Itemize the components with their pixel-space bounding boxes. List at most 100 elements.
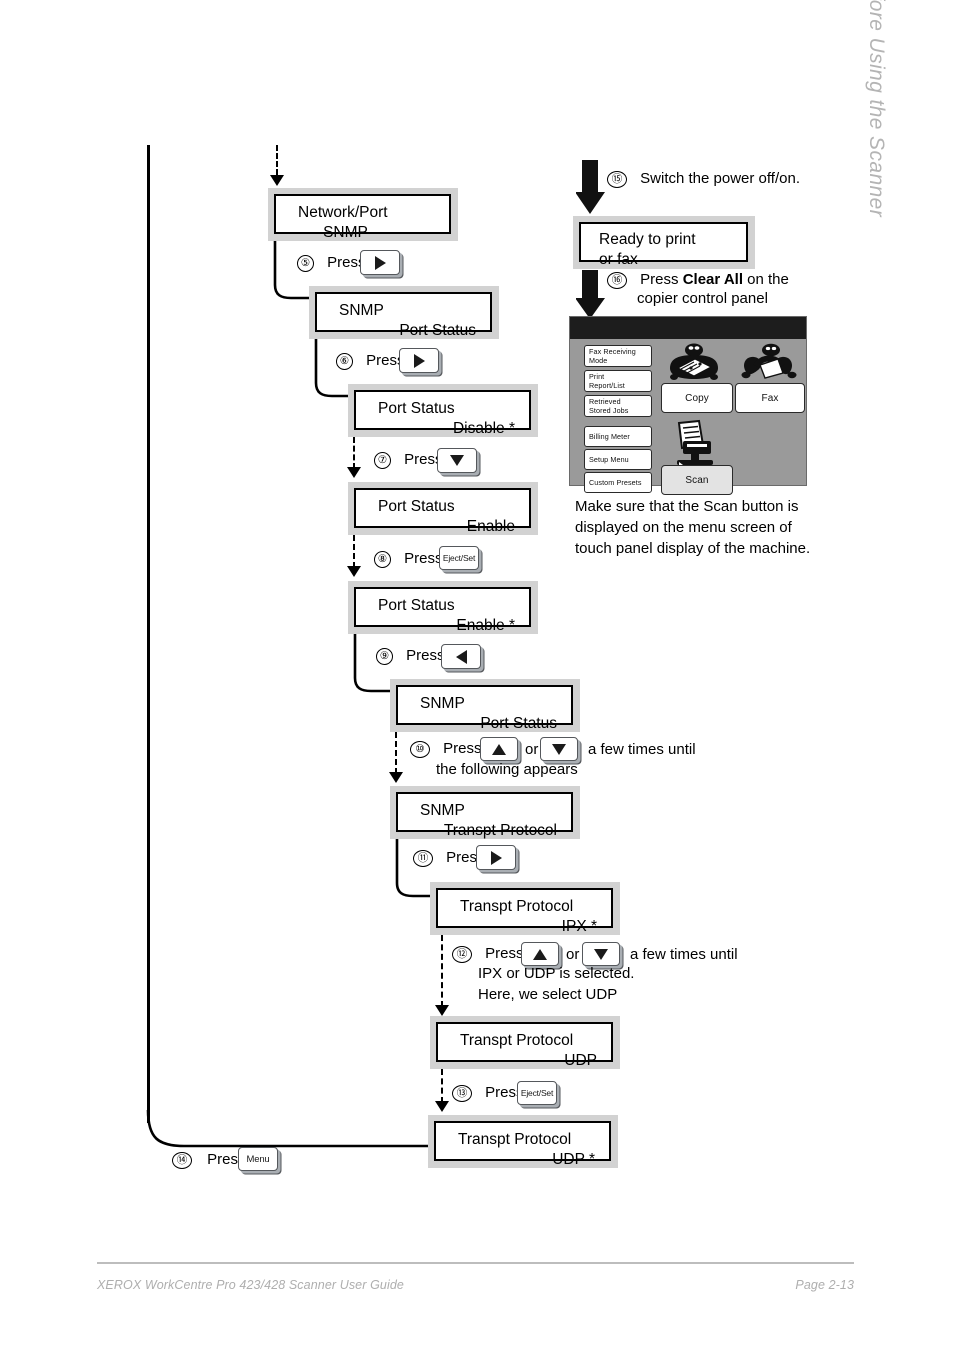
touch-btn-fax[interactable]: Fax bbox=[735, 383, 805, 413]
arrow-down-step8 bbox=[347, 566, 361, 577]
key-menu-step14[interactable]: Menu bbox=[238, 1147, 278, 1171]
lcd-line1: Network/Port bbox=[298, 204, 388, 221]
touch-btn-custom-presets[interactable]: Custom Presets bbox=[584, 472, 652, 493]
touch-btn-billing-meter[interactable]: Billing Meter bbox=[584, 426, 652, 447]
lcd-line2: Enable bbox=[466, 518, 515, 535]
down-arrow-icon bbox=[450, 455, 464, 466]
key-up-arrow-step10[interactable] bbox=[480, 737, 518, 761]
lcd-line2: or fax bbox=[599, 251, 638, 268]
step-13-number: ⑬ bbox=[452, 1084, 472, 1102]
step-13-row: ⑬ Press bbox=[452, 1083, 524, 1102]
step-12-number: ⑫ bbox=[452, 945, 472, 963]
touch-panel-body: Fax Receiving Mode Print Report/List Ret… bbox=[575, 341, 805, 495]
step-15-row: ⑮ Switch the power off/on. bbox=[607, 169, 800, 189]
step-10-or: or bbox=[525, 741, 539, 758]
touch-btn-print-report-list[interactable]: Print Report/List bbox=[584, 370, 652, 392]
arrow-down-step10 bbox=[389, 772, 403, 783]
arrow-down-step7 bbox=[347, 467, 361, 478]
lcd-line1: Ready to print bbox=[599, 231, 696, 248]
arrow-down-step13 bbox=[435, 1101, 449, 1112]
arrow-down-top bbox=[270, 175, 284, 186]
lcd-line2: IPX * bbox=[561, 918, 597, 935]
step-12-tail2: IPX or UDP is selected. bbox=[478, 965, 635, 982]
touch-btn-retrieved-stored-jobs[interactable]: Retrieved Stored Jobs bbox=[584, 395, 652, 417]
step-10-tail1: a few times until bbox=[588, 741, 696, 758]
key-down-arrow-step7[interactable] bbox=[437, 448, 477, 473]
lcd-line1: Port Status bbox=[378, 400, 455, 417]
lcd-line1: SNMP bbox=[420, 802, 465, 819]
step-9-row: ⑨ Press bbox=[376, 646, 445, 665]
key-right-arrow-step5[interactable] bbox=[360, 250, 400, 275]
step-7-row: ⑦ Press bbox=[374, 450, 443, 469]
step-11-row: ⑪ Press bbox=[413, 848, 485, 867]
step-10-tail2: the following appears bbox=[436, 761, 578, 778]
key-eject-set-step13[interactable]: Eject/Set bbox=[517, 1081, 557, 1105]
step-16-row: ⑯ Press Clear All on the bbox=[607, 270, 789, 290]
right-arrow-icon bbox=[490, 850, 502, 865]
footer-right-text: Page 2-13 bbox=[795, 1278, 854, 1292]
flow-spine-elbow bbox=[140, 1110, 440, 1155]
lcd-line2: Port Status bbox=[480, 715, 557, 732]
step-15-number: ⑮ bbox=[607, 170, 627, 188]
step-11-number: ⑪ bbox=[413, 849, 433, 867]
key-right-arrow-step11[interactable] bbox=[476, 845, 516, 870]
right-arrow-icon bbox=[413, 353, 425, 368]
lcd-line2: Port Status bbox=[399, 322, 476, 339]
touch-panel-illustration: Fax Receiving Mode Print Report/List Ret… bbox=[569, 316, 807, 495]
touch-btn-scan[interactable]: Scan bbox=[661, 465, 733, 495]
touch-btn-label: Print Report/List bbox=[589, 372, 625, 390]
lcd-line2: Enable * bbox=[456, 617, 515, 634]
step-10-label: Press bbox=[443, 740, 482, 757]
lcd-line1: Transpt Protocol bbox=[458, 1131, 572, 1148]
down-arrow-icon bbox=[594, 948, 608, 960]
dashed-connector-step10 bbox=[395, 732, 397, 774]
key-right-arrow-step6[interactable] bbox=[399, 348, 439, 373]
lcd-port-status-enable-set: Port Status Enable * bbox=[348, 581, 538, 634]
touch-btn-label: Fax Receiving Mode bbox=[589, 347, 636, 365]
lcd-line2: UDP bbox=[564, 1052, 597, 1069]
lcd-line1: Port Status bbox=[378, 597, 455, 614]
key-left-arrow-step9[interactable] bbox=[441, 644, 481, 669]
touch-panel-caption: Make sure that the Scan button is displa… bbox=[575, 498, 811, 557]
step-12-tail3: Here, we select UDP bbox=[478, 986, 618, 1003]
up-arrow-icon bbox=[533, 948, 547, 960]
lcd-port-status-disable: Port Status Disable * bbox=[348, 384, 538, 437]
key-down-arrow-step12[interactable] bbox=[582, 942, 620, 966]
step-16-text-c: on the bbox=[743, 271, 789, 288]
step-12-tail1: a few times until bbox=[630, 946, 738, 963]
lcd-line1: Transpt Protocol bbox=[460, 1032, 574, 1049]
touch-btn-label: Retrieved Stored Jobs bbox=[589, 397, 629, 415]
step-12-or: or bbox=[566, 946, 580, 963]
step-15-text: Switch the power off/on. bbox=[640, 170, 800, 187]
lcd-line1: SNMP bbox=[339, 302, 384, 319]
eject-set-label: Eject/Set bbox=[442, 553, 476, 563]
touch-btn-label: Fax bbox=[761, 392, 779, 404]
touch-btn-label: Setup Menu bbox=[589, 455, 629, 464]
menu-label: Menu bbox=[246, 1153, 270, 1165]
key-eject-set-step8[interactable]: Eject/Set bbox=[439, 546, 479, 570]
lcd-line2: Disable * bbox=[452, 420, 515, 437]
lcd-line1: Transpt Protocol bbox=[460, 898, 574, 915]
touch-btn-label: Copy bbox=[685, 392, 709, 404]
up-arrow-icon bbox=[492, 743, 506, 755]
dashed-connector-step12 bbox=[441, 935, 443, 1007]
touch-btn-copy[interactable]: Copy bbox=[661, 383, 733, 413]
step-16-text-d: copier control panel bbox=[637, 290, 768, 307]
key-up-arrow-step12[interactable] bbox=[521, 942, 559, 966]
document-page: Before Using the Scanner Network/Port SN… bbox=[0, 0, 954, 1351]
arrow-down-step12 bbox=[435, 1005, 449, 1016]
dashed-connector-step7 bbox=[353, 437, 355, 469]
lcd-transpt-protocol-ipx: Transpt Protocol IPX * bbox=[430, 882, 620, 935]
dashed-connector-top bbox=[276, 145, 278, 175]
step-5-row: ⑤ Press bbox=[297, 253, 366, 272]
touch-btn-label: Custom Presets bbox=[589, 478, 642, 487]
fax-icon bbox=[738, 342, 800, 384]
lcd-network-port-snmp: Network/Port SNMP bbox=[268, 188, 458, 241]
touch-btn-fax-receiving-mode[interactable]: Fax Receiving Mode bbox=[584, 345, 652, 367]
step-12-row: ⑫ Press bbox=[452, 944, 524, 963]
lcd-ready-to-print: Ready to print or fax bbox=[573, 216, 755, 269]
copy-stack-icon bbox=[664, 342, 728, 384]
touch-btn-setup-menu[interactable]: Setup Menu bbox=[584, 449, 652, 470]
fat-arrow-step16 bbox=[576, 270, 606, 320]
key-down-arrow-step10[interactable] bbox=[540, 737, 578, 761]
